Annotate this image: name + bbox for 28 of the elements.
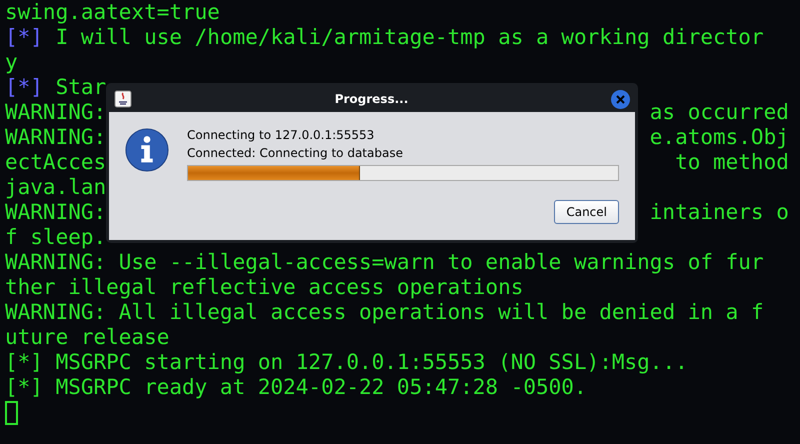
- close-icon: [616, 94, 625, 104]
- terminal-line: swing.aatext=true: [5, 0, 220, 25]
- terminal-line: f sleep.: [5, 225, 106, 250]
- status-text: Connected: Connecting to database: [187, 145, 404, 162]
- terminal-line: e.atoms.Obj: [650, 125, 789, 150]
- terminal-line: y: [5, 50, 18, 75]
- window-title: Progress...: [334, 91, 410, 108]
- app-icon: [114, 90, 132, 108]
- terminal-line: [*] Star: [5, 75, 106, 100]
- terminal-line: WARNING:: [5, 100, 106, 125]
- message-text: Connecting to 127.0.0.1:55553: [187, 127, 376, 144]
- terminal-line: [*] MSGRPC ready at 2024-02-22 05:47:28 -0500.: [5, 375, 587, 400]
- terminal-line: WARNING: Use --illegal-access=warn to enable warnings of fur: [5, 250, 764, 275]
- terminal-line: [*] MSGRPC starting on 127.0.0.1:55553 (NO SSL):Msg...: [5, 350, 688, 375]
- info-icon: [125, 127, 169, 173]
- terminal-line: as occurred: [650, 100, 789, 125]
- terminal-line: ther illegal reflective access operations: [5, 275, 524, 300]
- terminal-line: WARNING: All illegal access operations will be denied in a f: [5, 300, 764, 325]
- terminal-line: WARNING:: [5, 125, 106, 150]
- terminal-line: uture release: [5, 325, 170, 350]
- terminal-line: [*] I will use /home/kali/armitage-tmp as a working director: [5, 25, 764, 50]
- terminal-line: to method: [675, 150, 789, 175]
- terminal-line: ectAcces: [5, 150, 106, 175]
- terminal-line: java.lan: [5, 175, 106, 200]
- terminal-line: WARNING:: [5, 200, 106, 225]
- terminal-line: intainers o: [650, 200, 789, 225]
- cancel-button[interactable]: Cancel: [554, 200, 619, 224]
- close-button[interactable]: [611, 90, 630, 108]
